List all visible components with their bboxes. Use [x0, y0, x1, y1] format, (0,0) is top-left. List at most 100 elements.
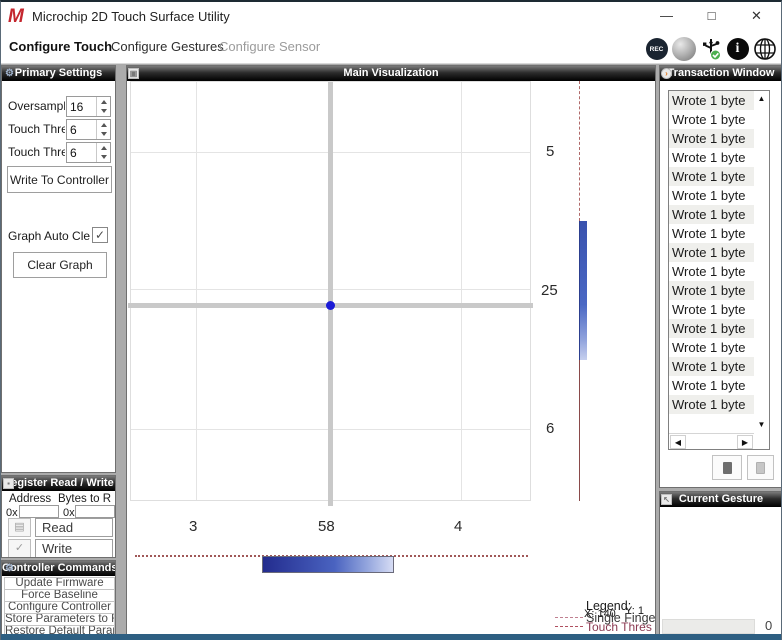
titlebar: M Microchip 2D Touch Surface Utility — □… [1, 2, 781, 32]
y-axis-label: 6 [546, 420, 554, 437]
connection-status-icon[interactable] [671, 37, 696, 62]
x-axis-label: 58 [318, 518, 335, 535]
transaction-list[interactable]: Wrote 1 byte Wrote 1 byte Wrote 1 byte W… [668, 90, 770, 450]
transaction-row[interactable]: Wrote 1 byte [669, 243, 754, 262]
gear-icon: ⚙ [3, 562, 16, 575]
y-axis-label: 25 [541, 282, 558, 299]
touch-grid[interactable] [130, 81, 531, 501]
oversampling-stepper[interactable] [96, 97, 110, 116]
current-gesture-header: ↖ Current Gesture [660, 492, 782, 507]
legend-single-finger-line [555, 617, 583, 618]
touch-threshold-y-input[interactable] [67, 143, 96, 162]
scroll-left-icon[interactable]: ◀ [670, 435, 686, 449]
oversampling-row: Oversamplin [2, 96, 116, 118]
scroll-up-icon[interactable]: ▲ [754, 91, 769, 106]
register-read-write-header: ▪ Register Read / Write [2, 476, 115, 491]
spin-up-icon[interactable] [101, 100, 107, 104]
spin-up-icon[interactable] [101, 123, 107, 127]
scroll-right-icon[interactable]: ▶ [737, 435, 753, 449]
controller-commands-title: Controller Commands [2, 562, 115, 574]
gridline [196, 82, 197, 500]
gesture-icon: ↖ [661, 494, 672, 505]
touch-threshold-x-label: Touch Thre: [8, 122, 65, 136]
transaction-row[interactable]: Wrote 1 byte [669, 357, 754, 376]
transaction-row[interactable]: Wrote 1 byte [669, 319, 754, 338]
microchip-logo-icon: M [8, 6, 28, 28]
touch-threshold-x-row: Touch Thre: [2, 119, 116, 141]
touch-threshold-y-stepper[interactable] [96, 143, 110, 162]
scroll-down-icon[interactable]: ▼ [754, 417, 769, 432]
tab-configure-gestures[interactable]: Configure Gestures [111, 32, 224, 62]
write-to-controller-button[interactable]: Write To Controller [7, 166, 112, 193]
touch-threshold-x-stepper[interactable] [96, 120, 110, 139]
record-icon[interactable]: REC [644, 37, 669, 62]
spin-down-icon[interactable] [101, 109, 107, 113]
globe-icon[interactable] [752, 37, 777, 62]
read-button[interactable]: Read [35, 518, 113, 537]
touch-threshold-x-input[interactable] [67, 120, 96, 139]
oversampling-input[interactable] [67, 97, 96, 116]
address-input[interactable] [19, 505, 59, 518]
transaction-row[interactable]: Wrote 1 byte [669, 110, 754, 129]
transaction-row[interactable]: Wrote 1 byte [669, 281, 754, 300]
spin-down-icon[interactable] [101, 132, 107, 136]
transaction-row[interactable]: Wrote 1 byte [669, 338, 754, 357]
transaction-window-title: Transaction Window [668, 67, 775, 79]
spin-down-icon[interactable] [101, 155, 107, 159]
clear-graph-button[interactable]: Clear Graph [13, 252, 107, 278]
transaction-row[interactable]: Wrote 1 byte [669, 205, 754, 224]
transaction-row[interactable]: Wrote 1 byte [669, 224, 754, 243]
primary-settings-panel: ⚙ Primary Settings Oversamplin Touch Thr… [1, 65, 116, 473]
horizontal-scrollbar[interactable]: ◀ ▶ [669, 433, 754, 449]
viz-window-icon: ▣ [128, 68, 139, 79]
legend-touch-thres: Touch Thres [586, 620, 652, 634]
main-visualization-panel: ▣ Main Visualization 5 25 6 3 58 4 Legen… [126, 65, 656, 635]
trash-icon [756, 462, 765, 474]
transaction-row[interactable]: Wrote 1 byte [669, 129, 754, 148]
tab-configure-sensor[interactable]: Configure Sensor [219, 32, 320, 62]
touch-point-marker [326, 301, 335, 310]
info-icon[interactable]: i [725, 37, 750, 62]
close-button[interactable]: ✕ [734, 2, 779, 30]
tab-configure-touch[interactable]: Configure Touch [9, 32, 112, 62]
transaction-row[interactable]: Wrote 1 byte [669, 262, 754, 281]
y-threshold-line-dashed [579, 81, 580, 221]
transaction-row[interactable]: Wrote 1 byte [669, 395, 754, 414]
usb-icon[interactable] [698, 37, 723, 62]
y-signal-bar [579, 221, 587, 360]
menu-bar: Configure Touch Configure Gestures Confi… [1, 32, 781, 64]
graph-auto-clear-row: Graph Auto Cle ✓ [2, 226, 116, 246]
minimize-button[interactable]: — [644, 2, 689, 30]
transaction-icon: › [661, 68, 672, 79]
legend-touch-thres-line [555, 626, 583, 627]
x-axis-label: 4 [454, 518, 462, 535]
transaction-row[interactable]: Wrote 1 byte [669, 148, 754, 167]
maximize-button[interactable]: □ [689, 2, 734, 30]
gesture-progress-bar [662, 619, 755, 634]
graph-auto-clear-checkbox[interactable]: ✓ [92, 227, 108, 243]
bytes-label: Bytes to R [58, 493, 111, 505]
read-icon-button[interactable]: ▤ [8, 518, 31, 537]
address-label: Address [9, 493, 51, 505]
gridline [461, 82, 462, 500]
transaction-row[interactable]: Wrote 1 byte [669, 376, 754, 395]
controller-commands-header: ⚙ Controller Commands [2, 561, 115, 576]
vertical-scrollbar[interactable]: ▲ ▼ [754, 91, 769, 449]
gesture-count: 0 [765, 618, 772, 633]
y-axis-label: 5 [546, 143, 554, 160]
transaction-window-header: › Transaction Window [660, 66, 782, 81]
spin-up-icon[interactable] [101, 146, 107, 150]
graph-auto-clear-label: Graph Auto Cle [8, 229, 90, 243]
register-read-write-title: Register Read / Write [3, 477, 113, 489]
write-button[interactable]: Write [35, 539, 113, 558]
copy-log-button[interactable] [712, 455, 742, 480]
clear-log-button[interactable] [747, 455, 774, 480]
bytes-input[interactable] [75, 505, 115, 518]
write-icon-button[interactable]: ✓ [8, 539, 31, 558]
window-title: Microchip 2D Touch Surface Utility [32, 2, 230, 32]
transaction-row[interactable]: Wrote 1 byte [669, 167, 754, 186]
transaction-row[interactable]: Wrote 1 byte [669, 300, 754, 319]
transaction-row[interactable]: Wrote 1 byte [669, 186, 754, 205]
crosshair-vertical [328, 82, 333, 506]
transaction-row[interactable]: Wrote 1 byte [669, 91, 754, 110]
